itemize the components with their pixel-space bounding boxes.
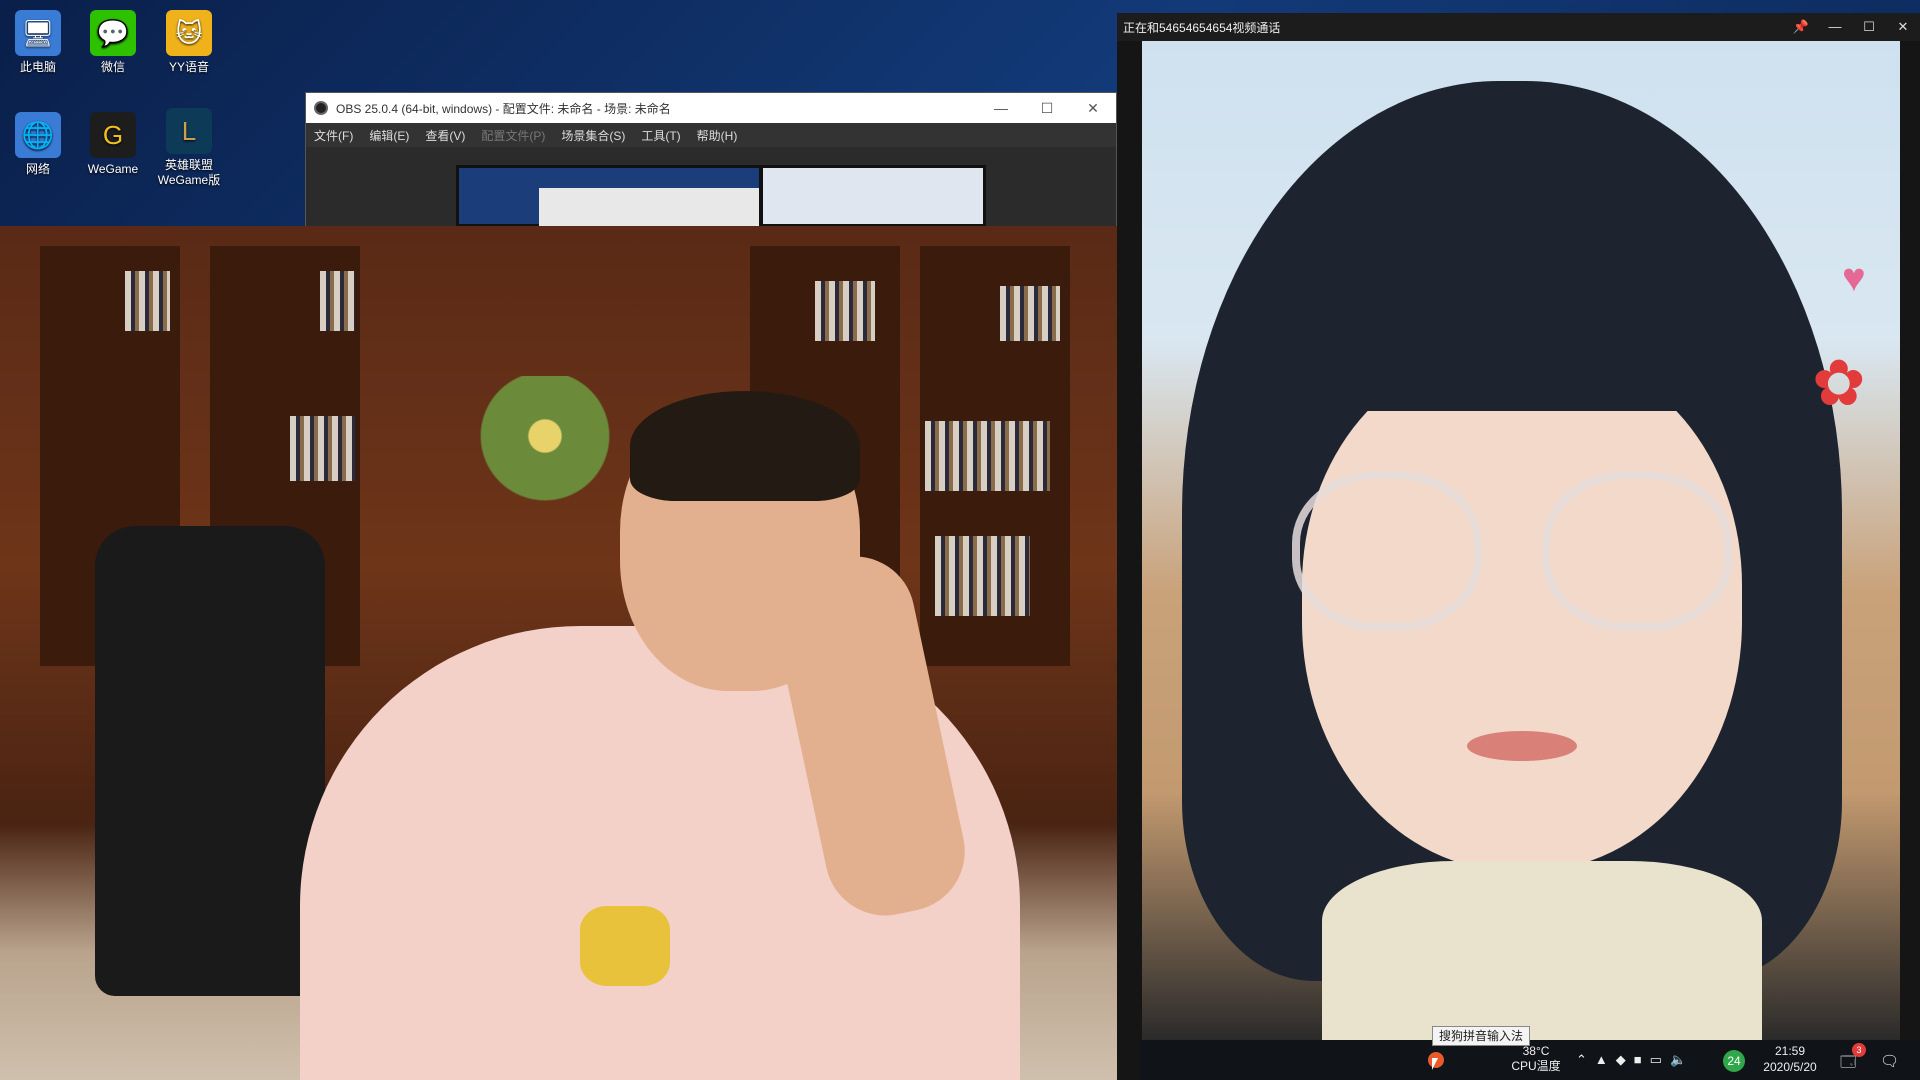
- cpu-temperature[interactable]: 38°C CPU温度: [1506, 1044, 1566, 1074]
- flower-vase: [470, 376, 620, 576]
- obs-title-text: OBS 25.0.4 (64-bit, windows) - 配置文件: 未命名…: [336, 101, 671, 116]
- tray-icons: ⌃ ▲ ◆ ■ ▭ 🔈: [1576, 1052, 1686, 1068]
- remote-video[interactable]: ♥ ✿: [1142, 41, 1900, 1041]
- mouse-cursor-icon: [1432, 1058, 1438, 1070]
- desktop-icon-wechat[interactable]: 💬 微信: [78, 10, 148, 75]
- streamer-hair: [630, 391, 860, 501]
- call-titlebar[interactable]: 正在和54654654654视频通话 📌 — ☐ ✕: [1117, 13, 1920, 41]
- shirt-graphic: [580, 906, 670, 986]
- books: [320, 271, 355, 331]
- clock-date: 2020/5/20: [1763, 1060, 1817, 1074]
- flower-decoration-icon: ✿: [1812, 347, 1866, 419]
- temperature-value: 38°C: [1522, 1044, 1550, 1058]
- obs-preview[interactable]: [456, 165, 986, 228]
- menu-help[interactable]: 帮助(H): [697, 127, 738, 144]
- books: [925, 421, 1050, 491]
- minimize-icon[interactable]: —: [1818, 19, 1852, 35]
- heart-decoration-icon: ♥: [1842, 256, 1866, 300]
- computer-icon: 🖥: [15, 10, 61, 56]
- tray-badge[interactable]: 24: [1723, 1050, 1745, 1072]
- minimize-icon[interactable]: —: [978, 93, 1024, 123]
- clock-time: 21:59: [1774, 1044, 1806, 1058]
- menu-file[interactable]: 文件(F): [314, 127, 353, 144]
- gaming-chair: [95, 526, 325, 996]
- obs-menubar: 文件(F) 编辑(E) 查看(V) 配置文件(P) 场景集合(S) 工具(T) …: [306, 123, 1116, 147]
- menu-view[interactable]: 查看(V): [425, 127, 465, 144]
- menu-edit[interactable]: 编辑(E): [369, 127, 409, 144]
- caller-lips: [1467, 731, 1577, 761]
- preview-call-thumbnail: [763, 168, 983, 224]
- maximize-icon[interactable]: ☐: [1852, 19, 1886, 35]
- yy-icon: 🐱: [166, 10, 212, 56]
- desktop-icon-lol[interactable]: L 英雄联盟 WeGame版: [154, 108, 224, 188]
- desktop-icon-wegame[interactable]: G WeGame: [78, 112, 148, 177]
- books: [290, 416, 355, 481]
- clock[interactable]: 21:59 2020/5/20: [1755, 1043, 1825, 1075]
- desktop-icon-label: WeGame: [87, 162, 139, 176]
- close-icon[interactable]: ✕: [1886, 19, 1920, 35]
- tray-app-icon[interactable]: ■: [1634, 1052, 1642, 1068]
- desktop-icon-this-pc[interactable]: 🖥 此电脑: [3, 10, 73, 75]
- network-status-icon[interactable]: ▭: [1650, 1052, 1662, 1068]
- wegame-icon: G: [90, 112, 136, 158]
- obs-titlebar[interactable]: OBS 25.0.4 (64-bit, windows) - 配置文件: 未命名…: [306, 93, 1116, 123]
- video-call-window[interactable]: 正在和54654654654视频通话 📌 — ☐ ✕ ♥ ✿: [1117, 13, 1920, 1080]
- pin-icon[interactable]: 📌: [1784, 19, 1818, 35]
- desktop-icon-label: YY语音: [168, 60, 209, 74]
- caller-shirt: [1322, 861, 1762, 1041]
- caller-bangs: [1282, 161, 1762, 411]
- desktop-icon-label: 英雄联盟 WeGame版: [157, 158, 221, 187]
- action-center-icon[interactable]: 🗨: [1880, 1052, 1899, 1070]
- menu-profile: 配置文件(P): [481, 128, 546, 143]
- lol-icon: L: [166, 108, 212, 154]
- call-title-text: 正在和54654654654视频通话: [1123, 20, 1281, 35]
- maximize-icon[interactable]: ☐: [1024, 93, 1070, 123]
- glasses-right-lens: [1542, 471, 1732, 631]
- books: [125, 271, 170, 331]
- wechat-icon: 💬: [90, 10, 136, 56]
- books: [935, 536, 1030, 616]
- tray-app-icon[interactable]: ▲: [1595, 1052, 1608, 1068]
- notification-count-badge: 3: [1852, 1043, 1866, 1057]
- ime-tooltip: 搜狗拼音输入法: [1432, 1026, 1531, 1046]
- desktop-icon-label: 此电脑: [19, 60, 56, 74]
- chevron-up-icon[interactable]: ⌃: [1576, 1052, 1587, 1068]
- desktop-icon-network[interactable]: 🌐 网络: [3, 112, 73, 177]
- desktop-icon-label: 网络: [25, 162, 50, 176]
- menu-scene-collection[interactable]: 场景集合(S): [561, 127, 625, 144]
- network-icon: 🌐: [15, 112, 61, 158]
- volume-icon[interactable]: 🔈: [1670, 1052, 1686, 1068]
- obs-window[interactable]: OBS 25.0.4 (64-bit, windows) - 配置文件: 未命名…: [305, 92, 1117, 228]
- notification-icon[interactable]: 🗔: [1840, 1052, 1856, 1077]
- menu-tools[interactable]: 工具(T): [641, 127, 680, 144]
- glasses-left-lens: [1292, 471, 1482, 631]
- preview-desktop-thumbnail: [459, 168, 759, 228]
- webcam-feed: [0, 226, 1140, 1080]
- desktop-icon-yy[interactable]: 🐱 YY语音: [154, 10, 224, 75]
- obs-logo-icon: [314, 101, 328, 115]
- temperature-label: CPU温度: [1511, 1059, 1561, 1073]
- desktop-icon-label: 微信: [100, 60, 125, 74]
- books: [815, 281, 875, 341]
- books: [1000, 286, 1060, 341]
- close-icon[interactable]: ✕: [1070, 93, 1116, 123]
- tray-app-icon[interactable]: ◆: [1616, 1052, 1626, 1068]
